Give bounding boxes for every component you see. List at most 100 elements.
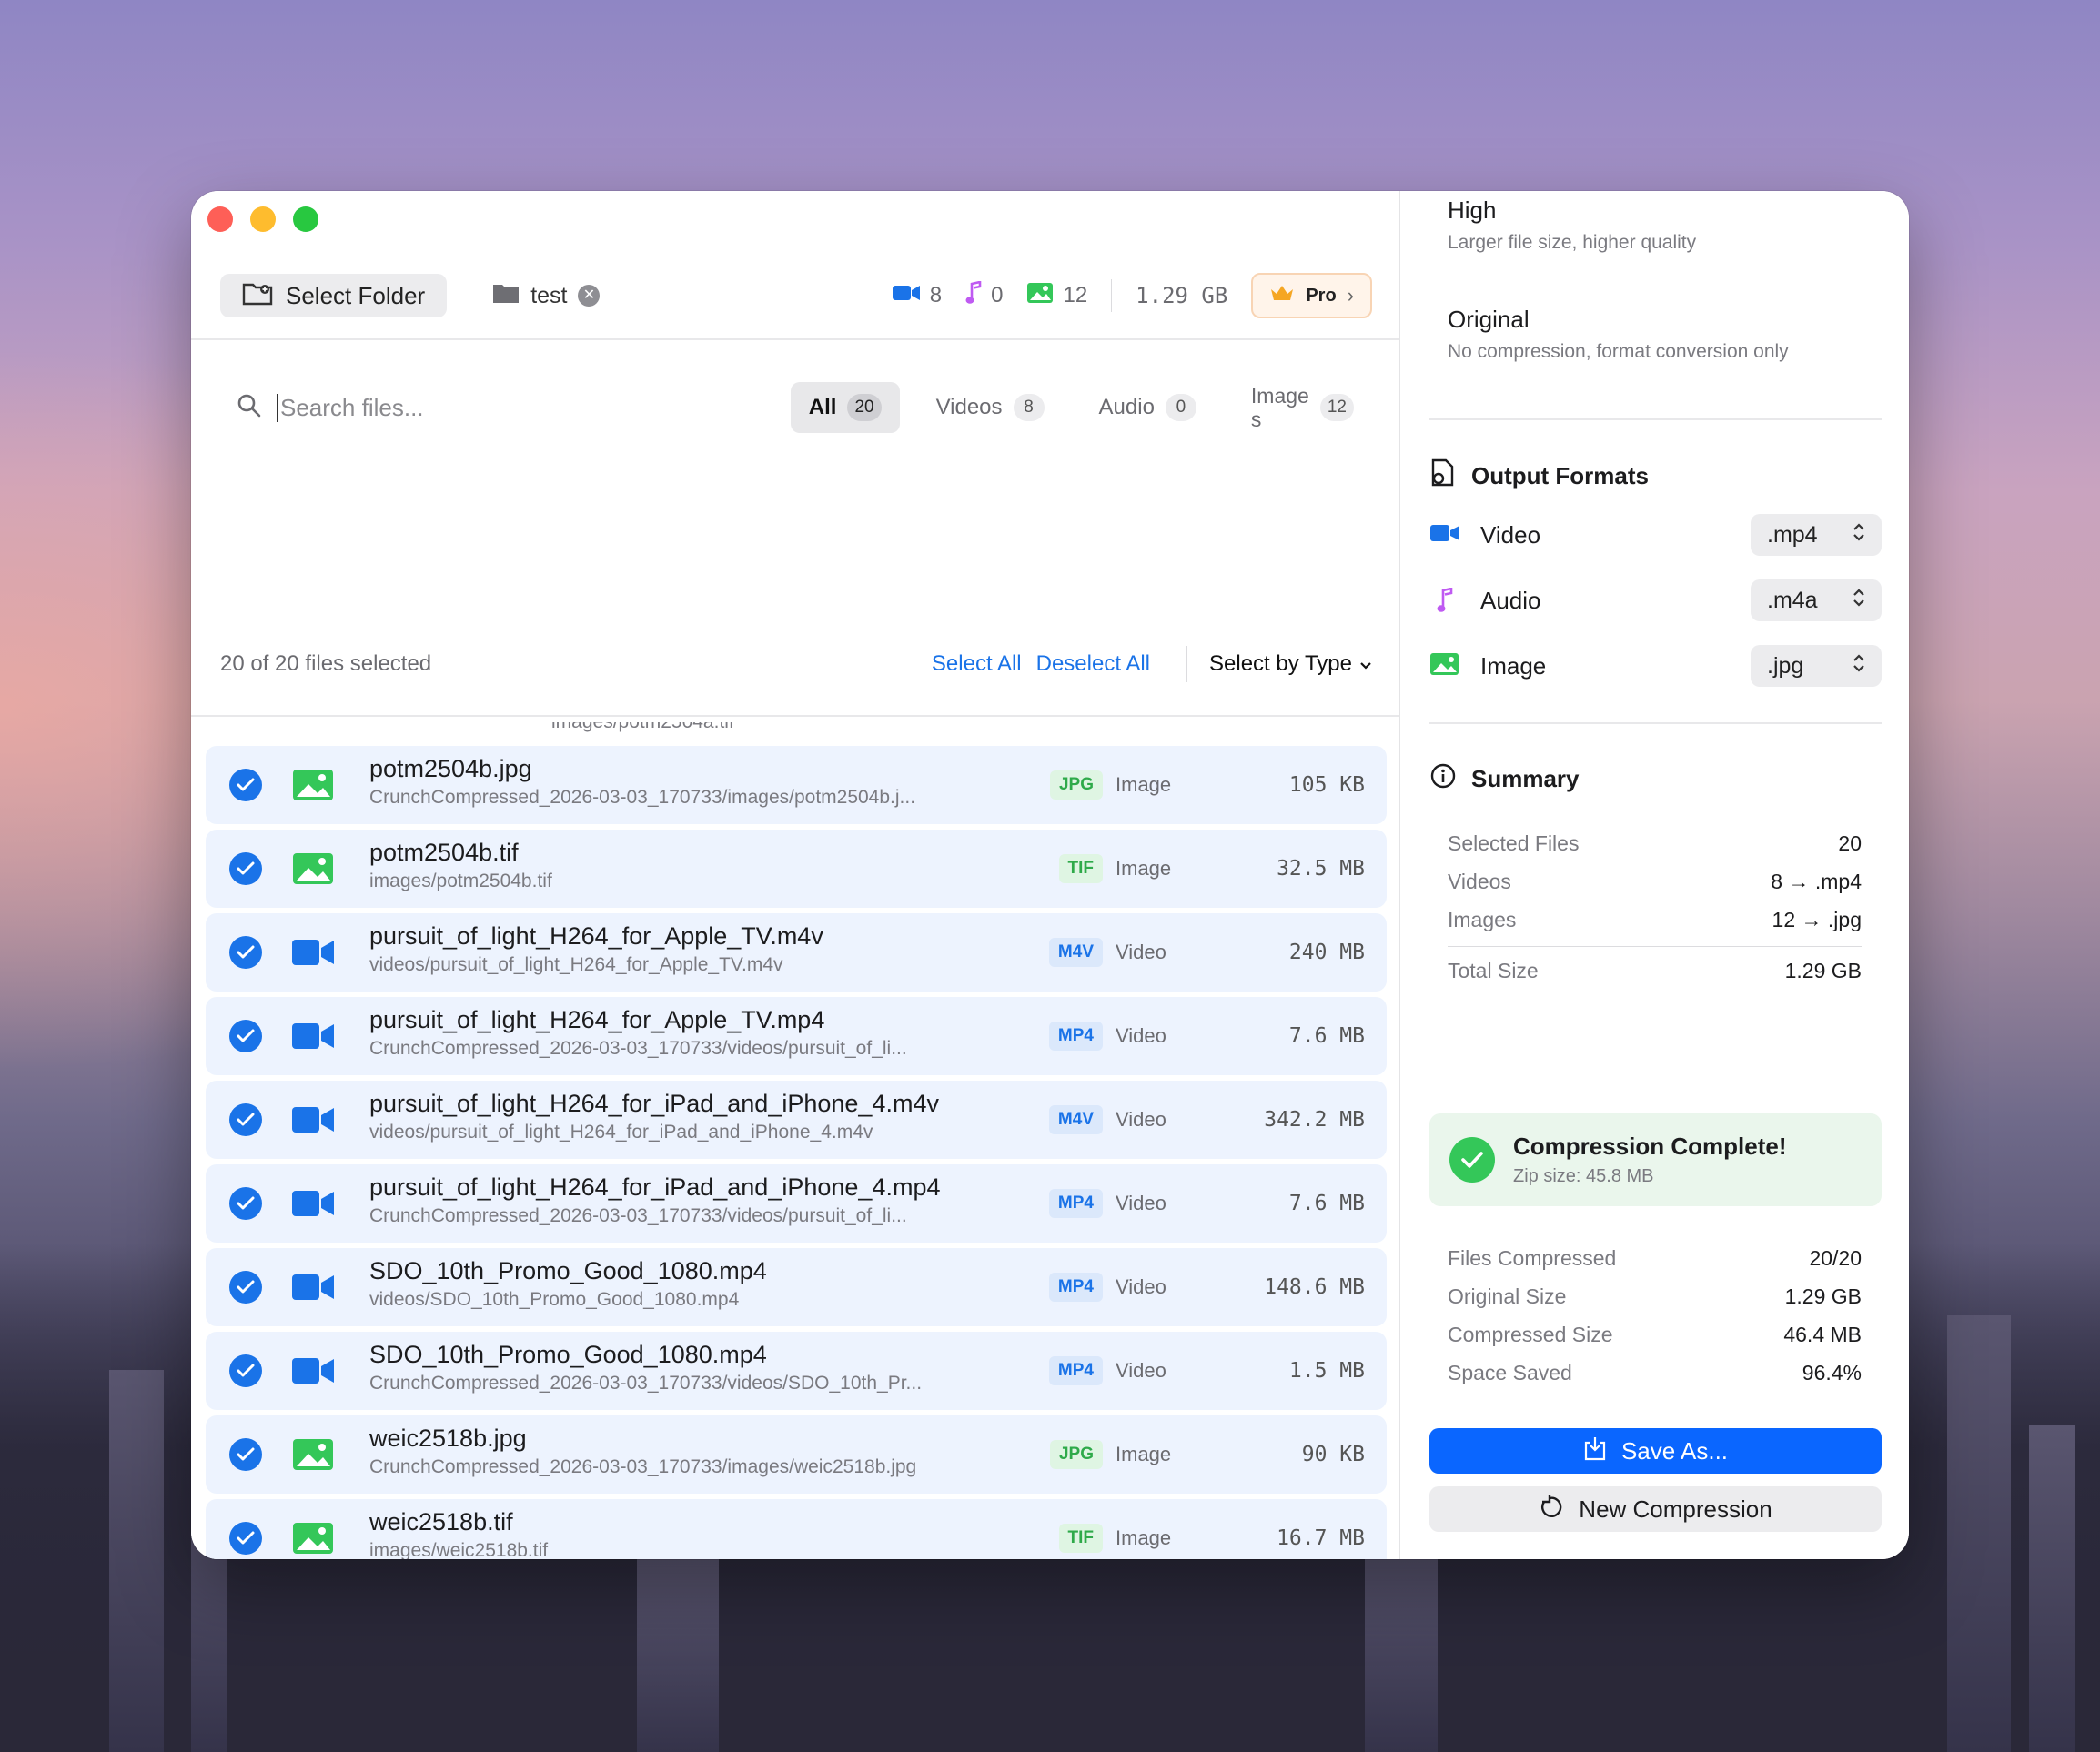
format-badge: MP4 <box>1048 1022 1103 1051</box>
pro-button[interactable]: Pro › <box>1251 273 1372 318</box>
stepper-chevrons-icon <box>1853 653 1865 680</box>
file-path: CrunchCompressed_2026-03-03_170733/image… <box>369 787 916 808</box>
close-window-button[interactable] <box>207 206 233 232</box>
section-divider <box>1429 722 1882 724</box>
selected-checkbox[interactable] <box>229 1020 262 1052</box>
filter-audio[interactable]: Audio 0 <box>1081 382 1215 433</box>
settings-pane: High Larger file size, higher quality Or… <box>1399 191 1909 1559</box>
quality-option-high[interactable]: High Larger file size, higher quality <box>1448 196 1882 254</box>
section-divider <box>1429 418 1882 420</box>
selected-checkbox[interactable] <box>229 1187 262 1220</box>
quality-option-original[interactable]: Original No compression, format conversi… <box>1448 306 1882 363</box>
summary-header: Summary <box>1429 762 1882 796</box>
select-all-link[interactable]: Select All <box>932 651 1022 677</box>
audio-format-select[interactable]: .m4a <box>1751 579 1882 621</box>
deselect-all-link[interactable]: Deselect All <box>1036 651 1150 677</box>
clear-folder-icon[interactable]: ✕ <box>578 285 601 307</box>
photo-icon <box>291 767 335 803</box>
search-input[interactable]: Search files... <box>277 393 424 422</box>
file-path: CrunchCompressed_2026-03-03_170733/video… <box>369 1038 907 1059</box>
stat-compressed-size: Compressed Size 46.4 MB <box>1448 1323 1862 1346</box>
video-camera-icon <box>291 934 335 971</box>
summary-selected-files: Selected Files 20 <box>1448 831 1862 855</box>
file-row[interactable]: SDO_10th_Promo_Good_1080.mp4 videos/SDO_1… <box>206 1248 1387 1326</box>
video-format-select[interactable]: .mp4 <box>1751 514 1882 556</box>
minimize-window-button[interactable] <box>250 206 276 232</box>
select-folder-label: Select Folder <box>286 281 426 309</box>
selected-checkbox[interactable] <box>229 1103 262 1136</box>
stat-original-size: Original Size 1.29 GB <box>1448 1284 1862 1308</box>
format-badge: TIF <box>1058 1524 1103 1553</box>
format-badge: MP4 <box>1048 1189 1103 1218</box>
file-name: potm2504b.tif <box>369 839 519 866</box>
zoom-window-button[interactable] <box>293 206 318 232</box>
output-formats-header: Output Formats <box>1429 458 1882 494</box>
folder-add-icon <box>242 280 273 312</box>
format-badge: MP4 <box>1048 1273 1103 1302</box>
music-note-icon <box>1429 588 1460 613</box>
file-name: SDO_10th_Promo_Good_1080.mp4 <box>369 1341 767 1368</box>
selected-checkbox[interactable] <box>229 936 262 969</box>
file-row[interactable]: weic2518b.tif images/weic2518b.tif TIF Imag… <box>206 1499 1387 1559</box>
summary-total-size: Total Size 1.29 GB <box>1448 959 1862 982</box>
file-type: Video <box>1116 1275 1166 1298</box>
file-row[interactable]: potm2504b.tif images/potm2504b.tif TIF Imag… <box>206 830 1387 908</box>
toolbar-divider <box>1111 279 1113 312</box>
file-type: Video <box>1116 1359 1166 1382</box>
file-list: images/potm2504a.tif potm2504b.jpg Crunch… <box>206 722 1387 1559</box>
list-divider-line <box>191 715 1399 717</box>
select-folder-button[interactable]: Select Folder <box>220 274 448 317</box>
selected-checkbox[interactable] <box>229 852 262 885</box>
photo-icon <box>1429 652 1460 680</box>
toolbar-divider-line <box>191 338 1399 340</box>
new-compression-button[interactable]: New Compression <box>1429 1486 1882 1532</box>
selected-checkbox[interactable] <box>229 1354 262 1387</box>
complete-title: Compression Complete! <box>1513 1133 1787 1160</box>
folder-name: test <box>530 282 568 308</box>
filter-images[interactable]: Image s 12 <box>1233 382 1372 433</box>
video-camera-icon <box>291 1185 335 1222</box>
file-row[interactable]: SDO_10th_Promo_Good_1080.mp4 CrunchCompre… <box>206 1332 1387 1410</box>
file-path: videos/pursuit_of_light_H264_for_Apple_T… <box>369 954 783 975</box>
file-row[interactable]: pursuit_of_light_H264_for_Apple_TV.m4v vi… <box>206 913 1387 992</box>
stepper-chevrons-icon <box>1853 588 1865 614</box>
select-by-type-menu[interactable]: Select by Type <box>1186 646 1372 682</box>
file-type: Video <box>1116 1192 1166 1214</box>
format-badge: M4V <box>1048 938 1103 967</box>
type-filters: All 20 Videos 8 Audio 0 Image s 12 <box>790 382 1372 433</box>
summary-divider <box>1448 946 1862 947</box>
file-row[interactable]: pursuit_of_light_H264_for_iPad_and_iPhon… <box>206 1081 1387 1159</box>
filter-videos[interactable]: Videos 8 <box>918 382 1063 433</box>
file-size: 7.6 MB <box>1288 1192 1365 1215</box>
video-camera-icon <box>291 1018 335 1054</box>
selected-checkbox[interactable] <box>229 1522 262 1555</box>
toolbar: Select Folder test ✕ 8 0 12 1.29 GB Pro … <box>220 273 1372 318</box>
image-format-select[interactable]: .jpg <box>1751 645 1882 687</box>
info-icon <box>1429 762 1457 796</box>
download-icon <box>1583 1435 1607 1467</box>
file-row[interactable]: weic2518b.jpg CrunchCompressed_2026-03-03… <box>206 1415 1387 1494</box>
video-count: 8 <box>892 283 942 309</box>
zip-size: Zip size: 45.8 MB <box>1513 1166 1654 1186</box>
file-size: 148.6 MB <box>1264 1275 1365 1299</box>
file-type: Video <box>1116 1108 1166 1131</box>
file-row[interactable]: pursuit_of_light_H264_for_iPad_and_iPhon… <box>206 1164 1387 1243</box>
folder-icon <box>492 282 520 310</box>
file-row[interactable]: pursuit_of_light_H264_for_Apple_TV.mp4 Cr… <box>206 997 1387 1075</box>
selected-checkbox[interactable] <box>229 1271 262 1304</box>
file-path: videos/SDO_10th_Promo_Good_1080.mp4 <box>369 1289 740 1310</box>
save-as-button[interactable]: Save As... <box>1429 1428 1882 1474</box>
filter-all[interactable]: All 20 <box>790 382 900 433</box>
selected-checkbox[interactable] <box>229 769 262 801</box>
file-row[interactable]: potm2504b.jpg CrunchCompressed_2026-03-03… <box>206 746 1387 824</box>
restart-icon <box>1539 1494 1564 1525</box>
summary-videos: Videos 8 → .mp4 <box>1448 870 1862 893</box>
music-note-icon <box>965 279 982 311</box>
file-size: 342.2 MB <box>1264 1108 1365 1132</box>
file-size: 90 KB <box>1301 1443 1365 1466</box>
file-name: pursuit_of_light_H264_for_iPad_and_iPhon… <box>369 1090 939 1117</box>
photo-icon <box>291 851 335 887</box>
file-type: Image <box>1116 773 1172 796</box>
selected-checkbox[interactable] <box>229 1438 262 1471</box>
format-badge: MP4 <box>1048 1356 1103 1385</box>
